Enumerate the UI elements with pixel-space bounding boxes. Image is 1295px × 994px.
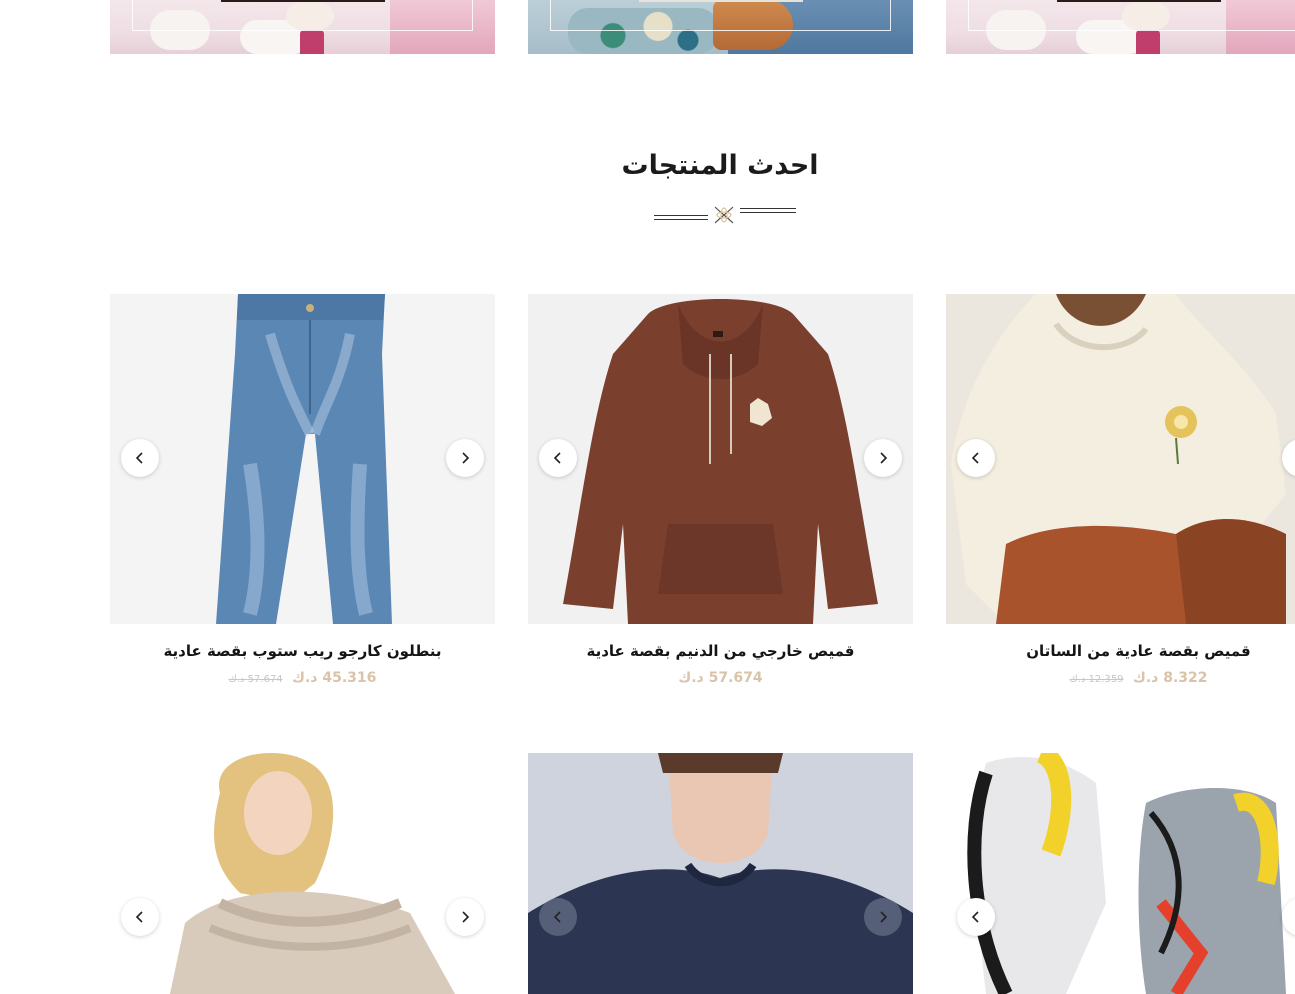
product-image[interactable] (946, 294, 1295, 624)
product-name[interactable]: قميص خارجي من الدنيم بقصة عادية (528, 642, 913, 660)
product-name[interactable]: قميص بقصة عادية من الساتان (946, 642, 1295, 660)
product-image[interactable] (528, 753, 913, 994)
banner-button-edge[interactable] (1056, 0, 1221, 2)
chevron-left-icon (553, 911, 561, 923)
banner-button-edge[interactable] (220, 0, 385, 2)
prev-image-button[interactable] (957, 439, 995, 477)
next-image-button[interactable] (446, 439, 484, 477)
next-image-button[interactable] (864, 898, 902, 936)
category-banner-1[interactable] (110, 0, 495, 54)
flourish-icon (714, 206, 734, 224)
prev-image-button[interactable] (539, 439, 577, 477)
product-card[interactable] (110, 753, 495, 994)
page: احدث المنتجات بنطلون كارجو ريب ستوب بقصة… (0, 0, 1295, 994)
current-price: 8.322 د.ك (1133, 670, 1208, 686)
chevron-right-icon (462, 452, 470, 464)
prev-image-button[interactable] (957, 898, 995, 936)
product-name[interactable]: بنطلون كارجو ريب ستوب بقصة عادية (110, 642, 495, 660)
product-image[interactable] (528, 294, 913, 624)
chevron-right-icon (462, 911, 470, 923)
product-image[interactable] (110, 753, 495, 994)
product-card[interactable] (946, 753, 1295, 994)
section-divider (652, 204, 798, 226)
prev-image-button[interactable] (121, 439, 159, 477)
current-price: 45.316 د.ك (292, 670, 377, 686)
old-price: 12.359 د.ك (1069, 674, 1124, 685)
product-image[interactable] (946, 753, 1295, 994)
next-image-button[interactable] (864, 439, 902, 477)
chevron-right-icon (880, 452, 888, 464)
prev-image-button[interactable] (539, 898, 577, 936)
next-image-button[interactable] (446, 898, 484, 936)
category-banner-2[interactable] (528, 0, 913, 54)
product-price: 57.674 د.ك (528, 670, 913, 686)
banner-button-edge[interactable] (638, 0, 803, 2)
chevron-left-icon (135, 452, 143, 464)
prev-image-button[interactable] (121, 898, 159, 936)
product-card[interactable]: قميص بقصة عادية من الساتان 8.322 د.ك 12.… (946, 294, 1295, 686)
old-price: 57.674 د.ك (228, 674, 283, 685)
chevron-right-icon (880, 911, 888, 923)
chevron-left-icon (971, 452, 979, 464)
section-title: احدث المنتجات (621, 150, 819, 181)
category-banner-3[interactable] (946, 0, 1295, 54)
product-card[interactable] (528, 753, 913, 994)
banner-frame (132, 0, 473, 31)
chevron-left-icon (553, 452, 561, 464)
product-card[interactable]: قميص خارجي من الدنيم بقصة عادية 57.674 د… (528, 294, 913, 686)
product-card[interactable]: بنطلون كارجو ريب ستوب بقصة عادية 45.316 … (110, 294, 495, 686)
chevron-left-icon (135, 911, 143, 923)
current-price: 57.674 د.ك (678, 670, 763, 686)
banner-frame (550, 0, 891, 31)
banner-frame (968, 0, 1295, 31)
product-image[interactable] (110, 294, 495, 624)
product-price: 8.322 د.ك 12.359 د.ك (946, 670, 1295, 686)
chevron-left-icon (971, 911, 979, 923)
product-price: 45.316 د.ك 57.674 د.ك (110, 670, 495, 686)
